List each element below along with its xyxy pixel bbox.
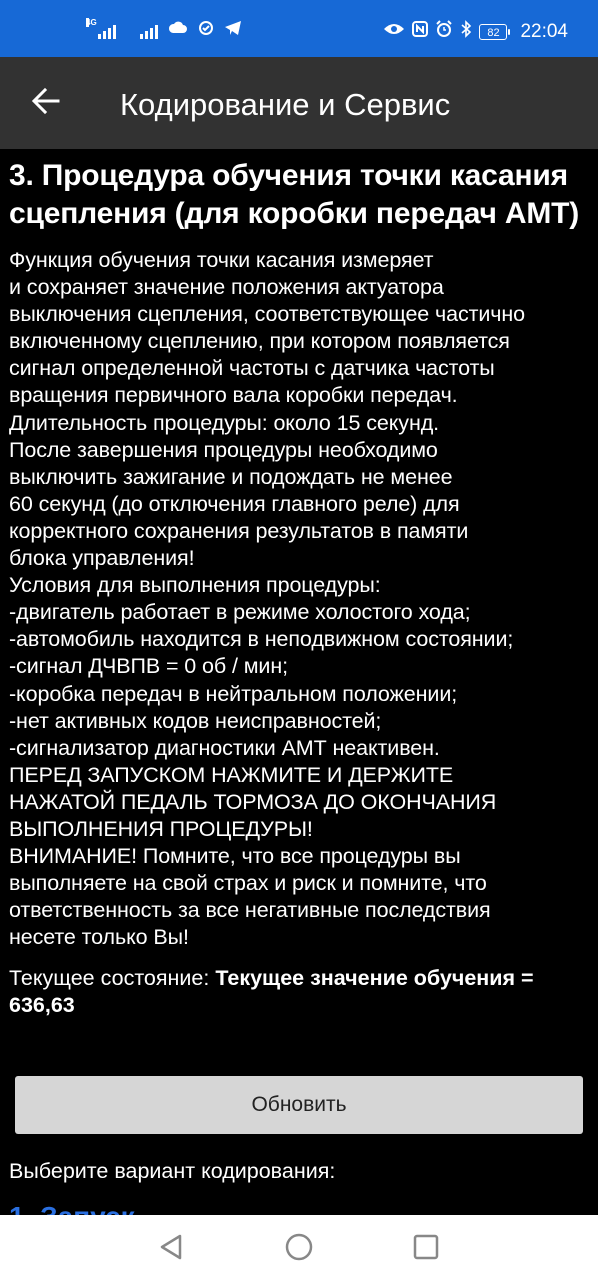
bluetooth-icon xyxy=(460,20,472,43)
arrow-left-icon[interactable] xyxy=(30,85,62,117)
recents-square-icon[interactable] xyxy=(413,1233,439,1266)
main-content[interactable]: 3. Процедура обучения точки касания сцеп… xyxy=(0,149,598,1215)
network-type-label: 4G xyxy=(86,17,97,27)
signal-icon xyxy=(140,23,158,39)
back-triangle-icon[interactable] xyxy=(158,1233,184,1266)
cloud-icon xyxy=(168,21,188,40)
status-bar: 4G 82 22:04 xyxy=(0,0,598,57)
state-label: Текущее состояние: xyxy=(9,966,216,991)
telegram-icon xyxy=(224,20,242,41)
nfc-icon xyxy=(412,21,429,42)
refresh-button[interactable]: Обновить xyxy=(15,1076,583,1134)
alarm-icon xyxy=(435,20,453,43)
procedure-description: Функция обучения точки касания измеряет … xyxy=(9,248,526,950)
status-left-icons: 4G xyxy=(86,17,242,41)
current-state: Текущее состояние: Текущее значение обуч… xyxy=(9,965,589,1019)
status-right-icons: 82 22:04 xyxy=(383,20,568,43)
eye-icon xyxy=(383,22,405,41)
system-nav-bar xyxy=(0,1215,598,1280)
procedure-heading: 3. Процедура обучения точки касания сцеп… xyxy=(9,159,580,230)
battery-icon: 82 xyxy=(479,23,511,40)
sync-icon xyxy=(198,20,214,41)
signal-icon: 4G xyxy=(86,17,116,39)
choose-coding-label: Выберите вариант кодирования: xyxy=(9,1159,336,1183)
clock: 22:04 xyxy=(520,20,568,42)
page-title: Кодирование и Сервис xyxy=(120,87,451,122)
app-bar: Кодирование и Сервис xyxy=(0,57,598,149)
home-circle-icon[interactable] xyxy=(285,1233,313,1266)
coding-option-1[interactable]: 1. Запуск xyxy=(9,1201,135,1215)
